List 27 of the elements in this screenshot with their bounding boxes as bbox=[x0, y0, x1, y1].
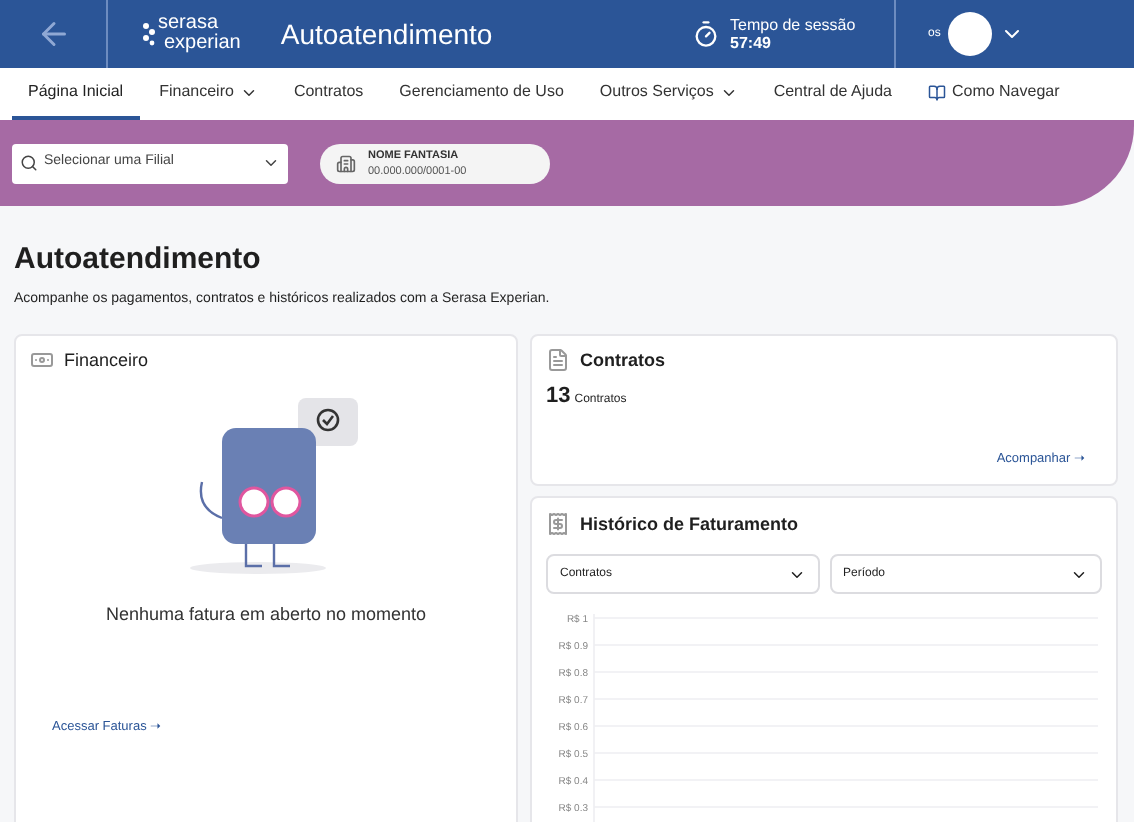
building-icon bbox=[336, 153, 356, 173]
logo-text: serasa bbox=[158, 14, 219, 34]
nav-tab[interactable]: Financeiro bbox=[143, 68, 274, 120]
book-icon bbox=[927, 83, 946, 101]
empty-message: Nenhuma fatura em aberto no momento bbox=[105, 602, 427, 628]
timer-icon bbox=[692, 20, 720, 48]
dots-icon bbox=[142, 22, 156, 46]
nav-tab[interactable]: Outros Serviços bbox=[583, 68, 754, 120]
nav-tab[interactable]: Contratos bbox=[277, 68, 380, 120]
search-icon bbox=[20, 154, 38, 172]
nav-tab[interactable]: Central de Ajuda bbox=[757, 68, 908, 120]
nav-tab[interactable]: Como Navegar bbox=[911, 68, 1076, 120]
app-title: Autoatendimento bbox=[280, 15, 493, 53]
card-title: Histórico de Faturamento bbox=[580, 511, 799, 537]
receipt-icon bbox=[546, 512, 570, 537]
page-title: Autoatendimento bbox=[14, 242, 263, 278]
logo-text: experian bbox=[164, 34, 241, 54]
session-label: Tempo de sessão bbox=[730, 16, 858, 34]
card-title: Contratos bbox=[580, 347, 665, 373]
avatar[interactable] bbox=[948, 12, 993, 56]
money-icon bbox=[30, 348, 54, 373]
card-title: Financeiro bbox=[64, 347, 149, 373]
contracts-count: 13 bbox=[546, 382, 571, 412]
chevron-down-icon bbox=[262, 154, 280, 172]
nav-tab[interactable]: Gerenciamento de Uso bbox=[383, 68, 580, 120]
document-icon bbox=[546, 348, 570, 373]
session-time: 57:49 bbox=[730, 34, 773, 52]
